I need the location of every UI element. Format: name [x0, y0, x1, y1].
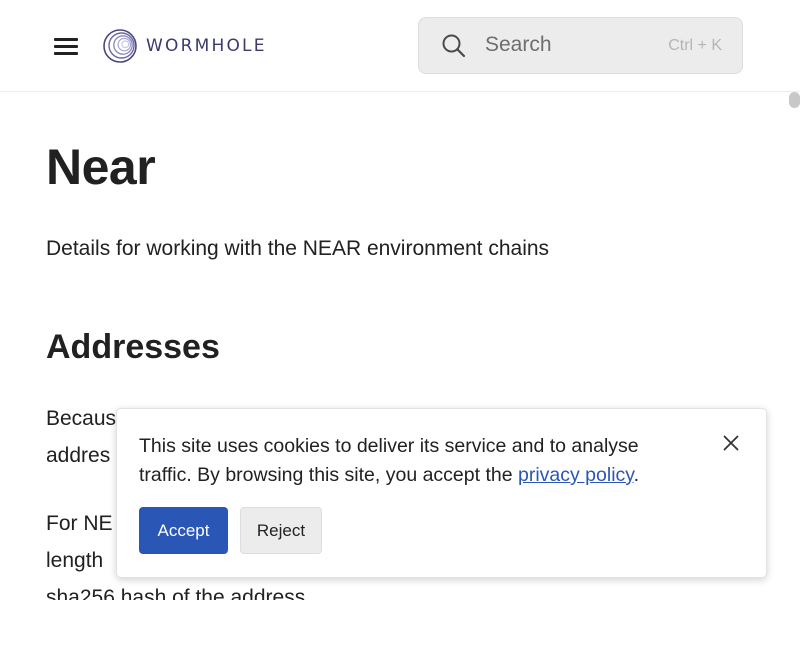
close-icon[interactable] — [721, 433, 741, 453]
privacy-policy-link[interactable]: privacy policy — [518, 464, 634, 486]
scrollbar-track[interactable] — [788, 92, 800, 600]
wormhole-logo-icon — [103, 29, 137, 63]
accept-button[interactable]: Accept — [139, 507, 228, 554]
cookie-message: This site uses cookies to deliver its se… — [139, 432, 699, 490]
page-viewport: WORMHOLE Search Ctrl + K Near Details fo… — [0, 0, 800, 600]
page-subtitle: Details for working with the NEAR enviro… — [46, 237, 550, 260]
paragraph-line: Becaus — [46, 407, 117, 430]
paragraph-line: addres — [46, 444, 111, 467]
paragraph-line: For NE — [46, 512, 113, 535]
cookie-message-line1: This site uses cookies to deliver its se… — [139, 435, 639, 457]
search-shortcut-hint: Ctrl + K — [668, 37, 722, 54]
menu-icon[interactable] — [50, 34, 82, 58]
cookie-message-line2: traffic. By browsing this site, you acce… — [139, 464, 518, 486]
paragraph-line: sha256 hash of the address — [46, 586, 306, 600]
paragraph-line: length — [46, 549, 104, 572]
logo-wordmark: WORMHOLE — [146, 36, 267, 56]
search-input[interactable]: Search Ctrl + K — [418, 17, 743, 74]
cookie-message-period: . — [633, 464, 639, 486]
cookie-banner: This site uses cookies to deliver its se… — [116, 408, 767, 578]
site-header: WORMHOLE Search Ctrl + K — [0, 0, 800, 92]
search-placeholder: Search — [485, 33, 552, 56]
section-heading-addresses: Addresses — [46, 328, 220, 366]
reject-button[interactable]: Reject — [240, 507, 322, 554]
site-logo[interactable]: WORMHOLE — [102, 28, 267, 64]
page-title: Near — [46, 139, 156, 195]
scrollbar-thumb[interactable] — [789, 92, 800, 108]
search-icon — [442, 34, 466, 58]
